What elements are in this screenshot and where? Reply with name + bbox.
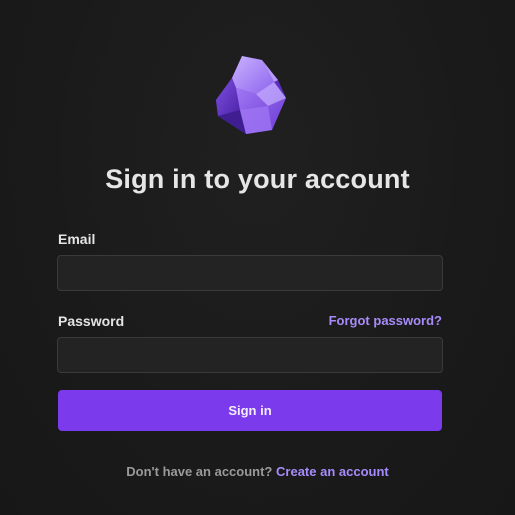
obsidian-crystal-logo-icon bbox=[216, 56, 286, 134]
create-account-link[interactable]: Create an account bbox=[276, 464, 389, 479]
no-account-text: Don't have an account? bbox=[126, 464, 273, 479]
email-field[interactable] bbox=[57, 255, 443, 291]
email-label: Email bbox=[58, 231, 96, 247]
password-label: Password bbox=[58, 313, 125, 329]
login-page: Sign in to your account Email Password F… bbox=[0, 0, 515, 515]
password-field[interactable] bbox=[57, 337, 443, 373]
sign-in-button[interactable]: Sign in bbox=[58, 390, 442, 431]
page-title: Sign in to your account bbox=[105, 164, 410, 194]
signup-prompt: Don't have an account? Create an account bbox=[0, 464, 515, 479]
forgot-password-link[interactable]: Forgot password? bbox=[329, 313, 442, 328]
